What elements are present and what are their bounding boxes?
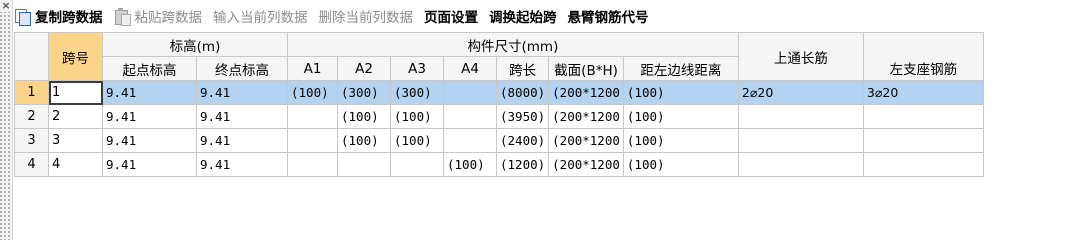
paste-span-data-button[interactable]: 粘贴跨数据 (114, 6, 203, 26)
copy-span-data-label: 复制跨数据 (35, 10, 103, 26)
span-data-grid: 跨号 标高(m) 构件尺寸(mm) 上通长筋 起点标高 终点标高 A1 A2 A… (14, 32, 1078, 208)
start-elevation-cell[interactable]: 9.41 (102, 128, 197, 153)
left-support-rebar-cell[interactable] (862, 128, 984, 153)
span-no-cell[interactable]: 2 (48, 104, 103, 129)
start-elevation-cell[interactable]: 9.41 (102, 80, 197, 105)
end-elevation-cell[interactable]: 9.41 (196, 152, 288, 177)
grid-empty-area[interactable] (14, 208, 1078, 240)
top-through-rebar-cell[interactable]: 2⌀20 (737, 80, 864, 105)
input-current-column-label: 输入当前列数据 (213, 10, 308, 26)
a2-cell[interactable] (337, 152, 391, 177)
elevation-header: 标高(m) (102, 32, 288, 57)
a4-cell[interactable]: (100) (443, 152, 497, 177)
paste-span-data-label: 粘贴跨数据 (134, 10, 203, 26)
section-cell[interactable]: (200*1200 (548, 152, 624, 177)
a3-cell[interactable]: (100) (390, 104, 444, 129)
a1-cell[interactable] (287, 128, 338, 153)
table-row[interactable]: 2 2 9.41 9.41 (100) (100) (3950) (200*12… (14, 104, 984, 129)
top-through-rebar-cell[interactable] (737, 128, 864, 153)
member-size-header: 构件尺寸(mm) (287, 32, 739, 57)
swap-start-span-label: 调换起始跨 (489, 10, 557, 26)
span-length-cell[interactable]: (8000) (495, 80, 550, 105)
a2-cell[interactable]: (100) (337, 128, 391, 153)
a4-cell[interactable] (443, 104, 497, 129)
section-cell[interactable]: (200*1200 (548, 128, 624, 153)
end-elevation-cell[interactable]: 9.41 (196, 104, 288, 129)
cantilever-rebar-code-label: 悬臂钢筋代号 (567, 10, 649, 26)
close-icon[interactable]: × (0, 0, 12, 12)
a1-cell[interactable]: (100) (287, 80, 338, 105)
span-no-cell[interactable]: 3 (48, 128, 103, 153)
row-number[interactable]: 3 (14, 128, 49, 153)
a3-header[interactable]: A3 (390, 56, 444, 81)
a1-header[interactable]: A1 (287, 56, 338, 81)
start-elevation-header[interactable]: 起点标高 (102, 56, 197, 81)
row-number[interactable]: 2 (14, 104, 49, 129)
section-header[interactable]: 截面(B*H) (548, 56, 624, 81)
span-length-cell[interactable]: (2400) (495, 128, 550, 153)
span-no-cell[interactable]: 1 (48, 80, 103, 105)
panel-gripper[interactable] (0, 0, 13, 240)
table-row[interactable]: 3 3 9.41 9.41 (100) (100) (2400) (200*12… (14, 128, 984, 153)
input-current-column-button[interactable]: 输入当前列数据 (213, 6, 308, 26)
corner-header[interactable] (14, 32, 49, 81)
row-number[interactable]: 1 (14, 80, 49, 105)
a2-cell[interactable]: (100) (337, 104, 391, 129)
a3-cell[interactable] (390, 152, 444, 177)
end-elevation-cell[interactable]: 9.41 (196, 128, 288, 153)
distance-left-edge-header[interactable]: 距左边线距离 (622, 56, 739, 81)
left-support-rebar-header[interactable]: 左支座钢筋 (862, 56, 984, 81)
span-no-header[interactable]: 跨号 (48, 32, 103, 81)
a1-cell[interactable] (287, 152, 338, 177)
distance-left-edge-cell[interactable]: (100) (622, 152, 739, 177)
delete-current-column-button[interactable]: 删除当前列数据 (319, 6, 414, 26)
a3-cell[interactable]: (300) (390, 80, 444, 105)
section-cell[interactable]: (200*1200 (548, 80, 624, 105)
span-length-cell[interactable]: (3950) (495, 104, 550, 129)
delete-current-column-label: 删除当前列数据 (318, 10, 414, 26)
top-through-rebar-cell[interactable] (737, 104, 864, 129)
end-elevation-header[interactable]: 终点标高 (196, 56, 288, 81)
page-setup-button[interactable]: 页面设置 (424, 6, 478, 26)
section-cell[interactable]: (200*1200 (548, 104, 624, 129)
row-number[interactable]: 4 (14, 152, 49, 177)
left-support-rebar-cell[interactable] (862, 104, 984, 129)
distance-left-edge-cell[interactable]: (100) (622, 104, 739, 129)
a4-cell[interactable] (443, 128, 497, 153)
table-row[interactable]: 4 4 9.41 9.41 (100) (1200) (200*1200 (10… (14, 152, 984, 177)
a4-cell[interactable] (443, 80, 497, 105)
span-length-cell[interactable]: (1200) (495, 152, 550, 177)
top-through-rebar-header[interactable]: 上通长筋 (737, 32, 864, 81)
paste-icon (114, 7, 131, 26)
page-setup-label: 页面设置 (424, 10, 478, 26)
span-no-cell[interactable]: 4 (48, 152, 103, 177)
a2-cell[interactable]: (300) (337, 80, 391, 105)
blank-group-header (862, 32, 984, 57)
a1-cell[interactable] (287, 104, 338, 129)
table-row[interactable]: 1 1 9.41 9.41 (100) (300) (300) (8000) (… (14, 80, 984, 105)
span-length-header[interactable]: 跨长 (495, 56, 550, 81)
copy-icon (14, 8, 31, 26)
left-support-rebar-cell[interactable] (862, 152, 984, 177)
top-through-rebar-cell[interactable] (737, 152, 864, 177)
start-elevation-cell[interactable]: 9.41 (102, 104, 197, 129)
a2-header[interactable]: A2 (337, 56, 391, 81)
swap-start-span-button[interactable]: 调换起始跨 (489, 6, 557, 26)
a3-cell[interactable]: (100) (390, 128, 444, 153)
start-elevation-cell[interactable]: 9.41 (102, 152, 197, 177)
a4-header[interactable]: A4 (443, 56, 497, 81)
cantilever-rebar-code-button[interactable]: 悬臂钢筋代号 (568, 6, 649, 26)
left-support-rebar-cell[interactable]: 3⌀20 (862, 80, 984, 105)
distance-left-edge-cell[interactable]: (100) (622, 80, 739, 105)
distance-left-edge-cell[interactable]: (100) (622, 128, 739, 153)
copy-span-data-button[interactable]: 复制跨数据 (14, 6, 103, 26)
end-elevation-cell[interactable]: 9.41 (196, 80, 288, 105)
toolbar: 复制跨数据 粘贴跨数据 输入当前列数据 删除当前列数据 页面设置 调换起始跨 悬… (14, 2, 1078, 30)
